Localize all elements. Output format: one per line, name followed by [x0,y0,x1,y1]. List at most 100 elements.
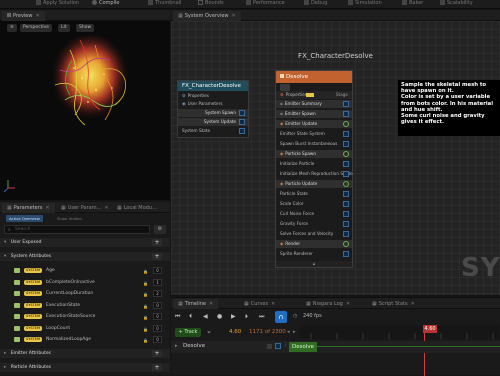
emitter-stack-row[interactable]: Curl Noise Force [276,210,352,218]
close-icon[interactable]: ✕ [45,205,49,211]
tab-timeline[interactable]: ▦ Timeline ✕ [173,299,219,309]
parameter-value[interactable]: 0 [153,313,162,320]
collapse-chevron-up-icon[interactable]: ▴ [276,261,352,267]
enabled-checkbox[interactable] [239,128,245,134]
tab-system-overview[interactable]: ▦ System Overview ✕ [173,11,241,21]
close-icon[interactable]: ✕ [209,301,213,307]
drag-handle-icon[interactable] [14,314,20,319]
settings-gear-icon[interactable]: ⚙ [154,225,166,234]
step-back-icon[interactable]: ⏴ [189,313,192,321]
system-overview-graph[interactable]: FX_CharacterDesolve FX_CharacterDesolve … [171,21,500,295]
lock-icon[interactable]: 🔒 [143,336,148,345]
system-node-state[interactable]: System State [178,127,248,135]
tab-preview[interactable]: Preview ✕ [2,11,45,21]
chevron-left-icon[interactable]: ◂ [287,329,290,335]
tab-curves[interactable]: ▦ Curves ✕ [239,299,280,309]
parameter-row[interactable]: SYSTEM CurrentLoopDuration 🔒 2 [0,289,170,298]
parameter-value[interactable]: 0 [153,336,162,343]
parameter-row[interactable]: SYSTEM ExecutionState 🔒 0 [0,301,170,310]
step-forward-icon[interactable]: ⏵ [245,313,248,321]
parameter-row[interactable]: SYSTEM LoopCount 🔒 0 [0,324,170,333]
system-node-update[interactable]: System Update [178,118,248,126]
performance-button[interactable]: Performance [246,0,285,9]
drag-handle-icon[interactable] [14,337,20,342]
chevron-right-icon[interactable]: ▸ [175,343,178,349]
section-system-attributes[interactable]: ▾ System Attributes + [0,252,170,261]
compile-button[interactable]: Compile [92,0,119,9]
emitter-stack-row[interactable]: Particle State [276,190,352,198]
search-input[interactable]: ⌕ Search [4,225,150,234]
lock-icon[interactable]: 🔒 [143,267,148,276]
skip-to-start-icon[interactable]: ⏮ [175,313,180,321]
tab-local-modules[interactable]: ▦ Local Modu... [112,203,162,213]
emitter-stack-row[interactable]: Initialize Mesh Reproduction Sprite [276,170,353,178]
lock-icon[interactable]: 🔒 [143,279,148,288]
enabled-checkbox[interactable] [343,111,349,117]
record-icon[interactable]: ● [217,313,222,320]
enabled-checkbox[interactable] [343,221,349,227]
add-module-icon[interactable] [343,121,349,127]
add-module-icon[interactable] [343,181,349,187]
close-icon[interactable]: ✕ [104,205,108,211]
parameter-value[interactable]: 0 [153,324,162,332]
enabled-checkbox[interactable] [343,231,349,237]
emitter-node[interactable]: Desolve ⚙ Properties Stage ▪ Emitter Summa… [275,70,353,268]
enabled-checkbox[interactable] [343,131,349,137]
emitter-stack-row[interactable]: Initialize Particle [276,160,352,168]
close-icon[interactable]: ✕ [35,13,39,19]
emitter-stack-row[interactable]: ◆ Render [276,240,352,248]
playhead-line[interactable] [424,333,425,376]
emitter-stack-row[interactable]: ▪ Emitter Summary [276,100,352,108]
system-node-properties[interactable]: ⚙ Properties [178,92,248,100]
section-emitter-attributes[interactable]: ▸ Emitter Attributes + [0,349,170,358]
emitter-properties-row[interactable]: ⚙ Properties Stage [276,91,352,99]
chevron-right-icon[interactable]: ▸ [293,329,296,335]
play-icon[interactable]: ▶ [231,313,236,320]
system-node-user-parameters[interactable]: ◉ User Parameters [178,100,248,108]
lock-icon[interactable]: 🔒 [143,325,148,334]
enabled-checkbox[interactable] [239,110,245,116]
playhead-label[interactable]: 4.60 [423,325,437,333]
section-user-exposed[interactable]: ▾ User Exposed + [0,238,170,247]
tab-parameters[interactable]: ▦ Parameters ✕ [2,203,55,213]
emitter-stack-row[interactable]: Scale Color [276,200,352,208]
loop-toggle-icon[interactable]: ∩ [275,311,287,323]
enabled-checkbox[interactable] [343,141,349,147]
add-particle-attribute-button[interactable]: + [152,364,162,371]
drag-handle-icon[interactable] [14,302,20,308]
track-section-chip[interactable]: Desolve [289,342,317,352]
enabled-checkbox[interactable] [343,211,349,217]
lock-icon[interactable]: 🔒 [143,313,148,322]
parameter-row[interactable]: SYSTEM bCompleteOnInactive 🔒 1 [0,278,170,287]
scalability-button[interactable]: Scalability [440,0,473,9]
enabled-checkbox[interactable] [343,101,349,107]
system-node-spawn[interactable]: System Spawn [178,109,248,117]
add-emitter-attribute-button[interactable]: + [152,350,162,357]
timeline-ruler[interactable] [299,325,499,339]
tab-user-parameters[interactable]: ▦ User Param... ✕ [56,203,114,213]
baker-button[interactable]: Baker [402,0,423,9]
emitter-stack-row[interactable]: ◆ Particle Spawn [276,150,352,158]
emitter-stack-row[interactable]: Gravity Force [276,220,352,228]
enabled-checkbox[interactable] [343,161,349,167]
enabled-checkbox[interactable] [343,171,349,177]
tab-niagara-log[interactable]: ▦ Niagara Log ✕ [301,299,355,309]
parameter-value[interactable]: 1 [153,278,162,286]
emitter-stack-row[interactable]: Spawn Burst Instantaneous [276,140,352,148]
apply-solution-button[interactable]: Apply Solution [36,0,79,9]
add-system-attribute-button[interactable]: + [152,253,162,260]
simulation-button[interactable]: Simulation [348,0,382,9]
parameter-row[interactable]: SYSTEM Age 🔒 0 [0,266,170,275]
track-row[interactable]: ▸ Desolve ⋮ Desolve [171,341,500,353]
emitter-stack-row[interactable]: Solve Forces and Velocity [276,230,352,238]
add-user-parameter-button[interactable]: + [152,239,162,246]
track-options-icon[interactable]: ⋮ [283,342,288,348]
parameter-value[interactable]: 0 [153,301,162,309]
bounds-button[interactable]: Bounds [198,0,224,9]
lock-icon[interactable]: 🔒 [143,302,148,311]
close-icon[interactable]: ✕ [346,301,350,307]
enabled-checkbox[interactable] [239,119,245,125]
drag-handle-icon[interactable] [14,268,20,273]
track-enabled-checkbox[interactable] [275,343,281,349]
drag-handle-icon[interactable] [14,279,20,285]
